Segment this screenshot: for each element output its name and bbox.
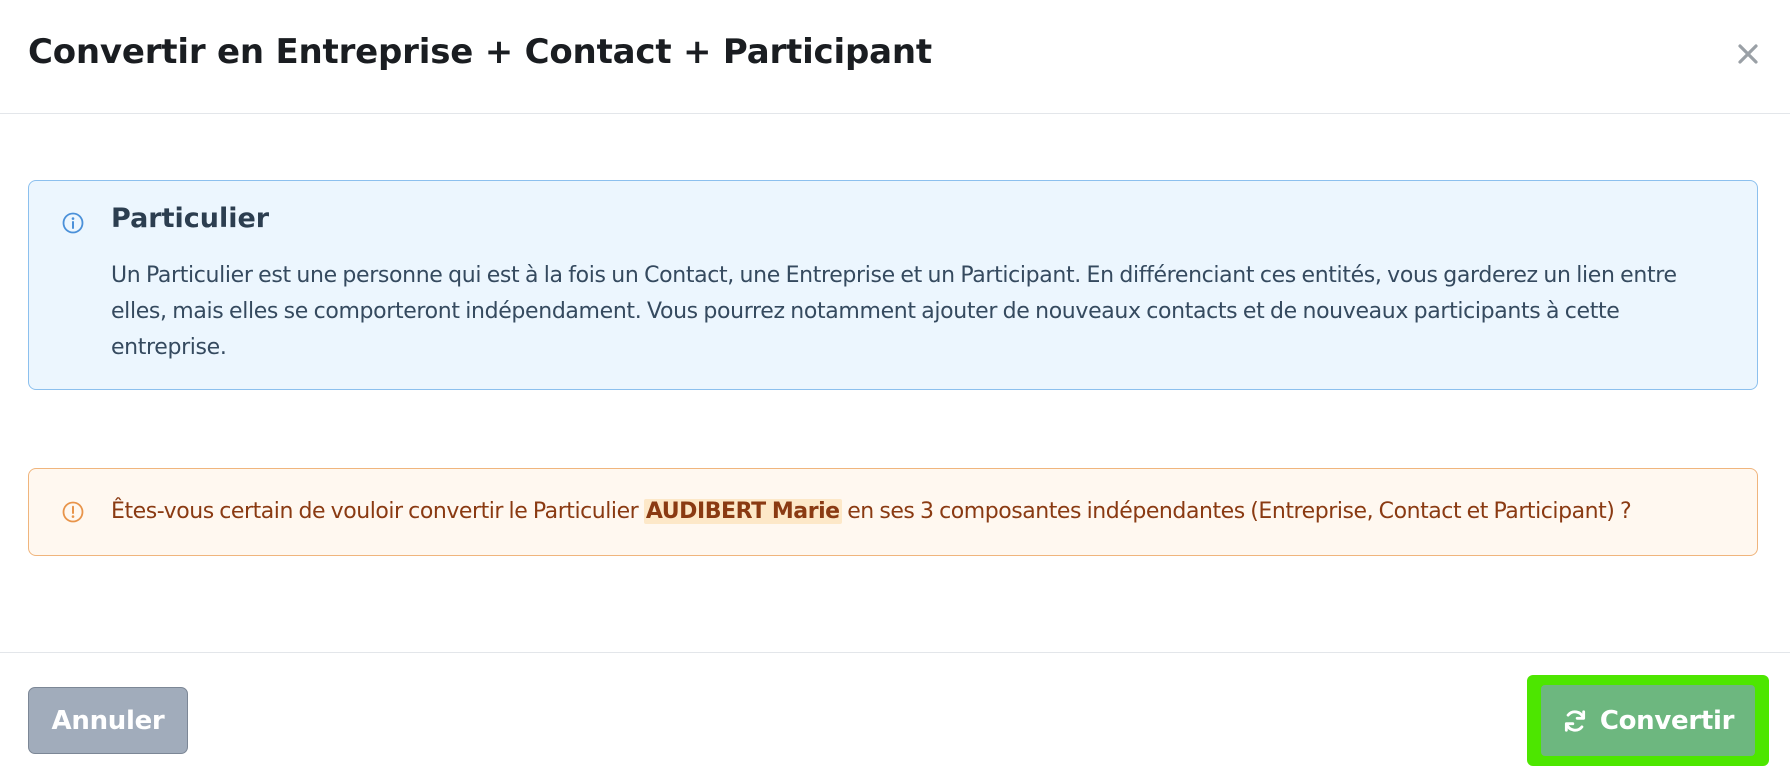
warning-icon — [61, 500, 85, 524]
warning-text-after: en ses 3 composantes indépendantes (Entr… — [841, 499, 1632, 524]
cancel-button[interactable]: Annuler — [28, 687, 188, 754]
warning-text-before: Êtes-vous certain de vouloir convertir l… — [111, 499, 644, 524]
convert-button-highlight: Convertir — [1527, 675, 1769, 766]
convert-modal: Convertir en Entreprise + Contact + Part… — [0, 0, 1790, 778]
convert-label: Convertir — [1599, 705, 1735, 736]
info-alert: Particulier Un Particulier est une perso… — [28, 180, 1758, 390]
close-icon — [1730, 36, 1766, 72]
refresh-icon — [1562, 708, 1588, 734]
info-title: Particulier — [111, 203, 270, 234]
close-button[interactable] — [1730, 36, 1766, 72]
info-description: Un Particulier est une personne qui est … — [111, 263, 1677, 360]
convert-button[interactable]: Convertir — [1541, 685, 1755, 756]
info-icon — [61, 211, 85, 235]
modal-title: Convertir en Entreprise + Contact + Part… — [28, 32, 932, 72]
warning-message: Êtes-vous certain de vouloir convertir l… — [111, 494, 1632, 530]
modal-header: Convertir en Entreprise + Contact + Part… — [0, 0, 1790, 114]
warning-alert: Êtes-vous certain de vouloir convertir l… — [28, 468, 1758, 556]
participant-name: AUDIBERT Marie — [643, 499, 842, 524]
modal-footer: Annuler Convertir — [0, 652, 1790, 778]
